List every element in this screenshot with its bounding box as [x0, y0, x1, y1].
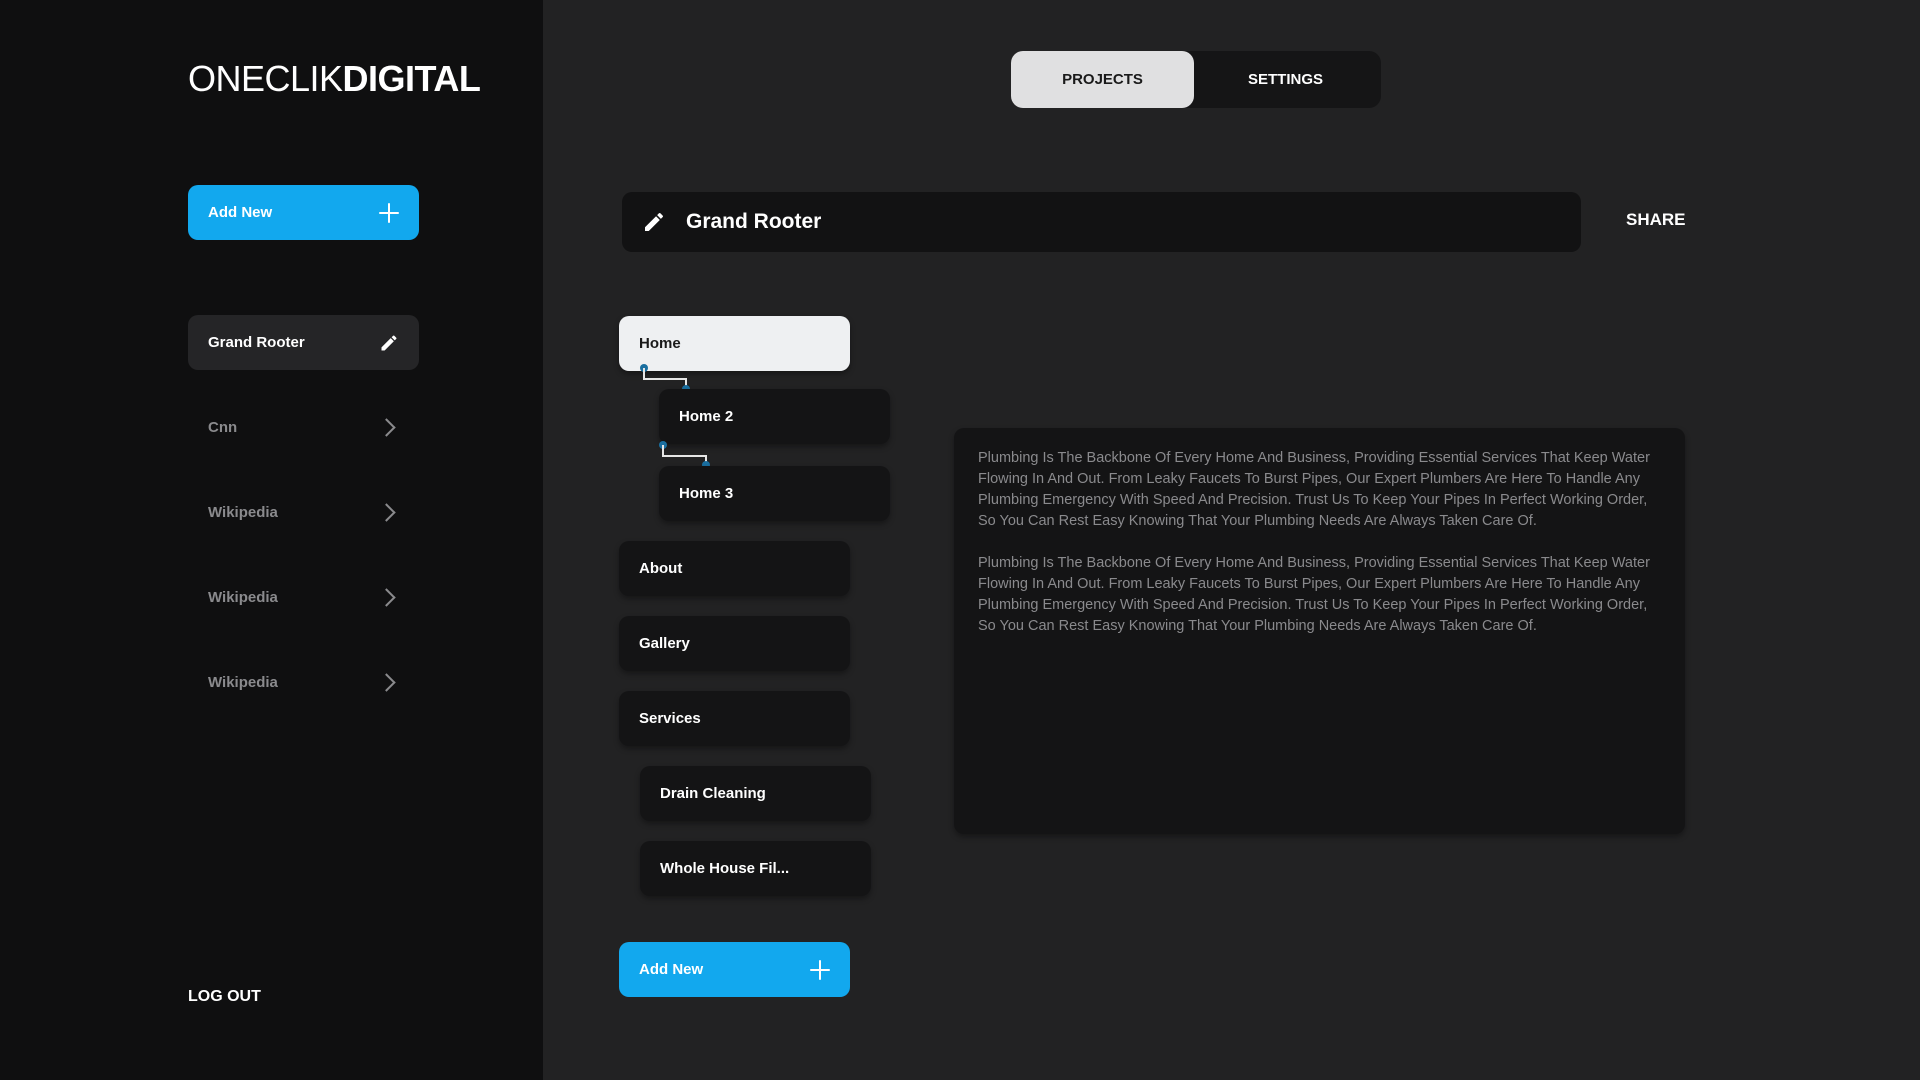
chevron-right-icon	[377, 503, 396, 522]
content-paragraph: Plumbing Is The Backbone Of Every Home A…	[978, 450, 1650, 529]
chevron-right-icon	[377, 673, 396, 692]
page-item-home[interactable]: Home	[619, 316, 850, 371]
page-label: Whole House Fil...	[660, 860, 790, 877]
logo-bold-text: DIGITAL	[342, 58, 481, 99]
app-window: ONECLIKDIGITAL Add New Grand Rooter Cnn …	[0, 0, 1920, 1080]
sidebar-project-grand-rooter[interactable]: Grand Rooter	[188, 315, 419, 370]
page-item-home-2[interactable]: Home 2	[659, 389, 890, 444]
sidebar: ONECLIKDIGITAL Add New Grand Rooter Cnn …	[0, 0, 543, 1080]
chevron-right-icon	[377, 588, 396, 607]
sidebar-project-wikipedia[interactable]: Wikipedia	[188, 570, 419, 625]
tab-projects[interactable]: PROJECTS	[1011, 51, 1194, 108]
content-paragraph: Plumbing Is The Backbone Of Every Home A…	[978, 555, 1650, 634]
sidebar-project-wikipedia[interactable]: Wikipedia	[188, 485, 419, 540]
page-item-whole-house-filter[interactable]: Whole House Fil...	[640, 841, 871, 896]
page-label: Home	[639, 335, 681, 352]
page-content-panel[interactable]: Plumbing Is The Backbone Of Every Home A…	[954, 428, 1685, 834]
project-title: Grand Rooter	[686, 210, 822, 233]
page-item-gallery[interactable]: Gallery	[619, 616, 850, 671]
page-label: Gallery	[639, 635, 690, 652]
pages-add-new-button[interactable]: Add New	[619, 942, 850, 997]
page-label: Home 2	[679, 408, 734, 425]
page-item-home-3[interactable]: Home 3	[659, 466, 890, 521]
brand-logo: ONECLIKDIGITAL	[188, 58, 481, 100]
sidebar-add-new-button[interactable]: Add New	[188, 185, 419, 240]
project-title-bar: Grand Rooter	[622, 192, 1581, 252]
page-label: Drain Cleaning	[660, 785, 766, 802]
project-label: Wikipedia	[208, 674, 278, 691]
logout-link[interactable]: LOG OUT	[188, 988, 261, 1006]
share-button[interactable]: SHARE	[1626, 210, 1686, 230]
project-label: Cnn	[208, 419, 238, 436]
sidebar-project-cnn[interactable]: Cnn	[188, 400, 419, 455]
sidebar-project-wikipedia[interactable]: Wikipedia	[188, 655, 419, 710]
project-label: Wikipedia	[208, 504, 278, 521]
page-label: About	[639, 560, 683, 577]
chevron-right-icon	[377, 418, 396, 437]
pencil-icon[interactable]	[642, 210, 666, 234]
project-label: Grand Rooter	[208, 334, 305, 351]
logo-light-text: ONECLIK	[188, 58, 343, 99]
top-tabs: PROJECTS SETTINGS	[1011, 51, 1381, 108]
plus-icon	[810, 959, 830, 980]
page-label: Home 3	[679, 485, 734, 502]
page-item-drain-cleaning[interactable]: Drain Cleaning	[640, 766, 871, 821]
add-new-label: Add New	[639, 961, 704, 978]
tab-settings[interactable]: SETTINGS	[1194, 51, 1377, 108]
project-label: Wikipedia	[208, 589, 278, 606]
plus-icon	[379, 202, 399, 223]
page-item-services[interactable]: Services	[619, 691, 850, 746]
pencil-icon[interactable]	[379, 333, 399, 353]
page-item-about[interactable]: About	[619, 541, 850, 596]
page-label: Services	[639, 710, 701, 727]
add-new-label: Add New	[208, 204, 273, 221]
